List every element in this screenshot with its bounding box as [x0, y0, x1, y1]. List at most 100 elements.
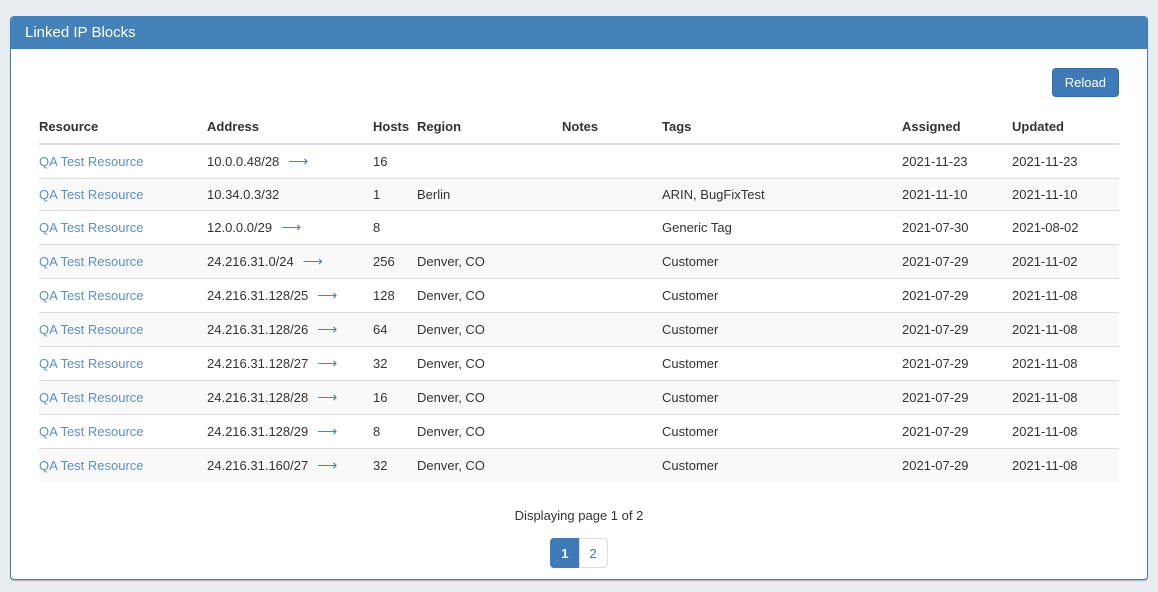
cell-assigned: 2021-07-29 — [902, 415, 1012, 449]
resource-link[interactable]: QA Test Resource — [39, 390, 144, 405]
table-header-row: Resource Address Hosts Region Notes Tags… — [39, 111, 1119, 144]
cell-region — [417, 144, 562, 179]
resource-link[interactable]: QA Test Resource — [39, 356, 144, 371]
address-arrow-icon[interactable]: ⟶ — [281, 219, 301, 235]
toolbar: Reload — [39, 49, 1119, 96]
cell-updated: 2021-11-08 — [1012, 381, 1119, 415]
cell-updated: 2021-11-23 — [1012, 144, 1119, 179]
column-header-updated: Updated — [1012, 111, 1119, 144]
reload-button[interactable]: Reload — [1052, 68, 1119, 97]
cell-notes — [562, 449, 662, 483]
cell-tags: Customer — [662, 279, 902, 313]
cell-updated: 2021-11-08 — [1012, 449, 1119, 483]
cell-assigned: 2021-07-29 — [902, 449, 1012, 483]
cell-tags — [662, 144, 902, 179]
table-row: QA Test Resource 24.216.31.128/27⟶ 32 De… — [39, 347, 1119, 381]
page-button-1[interactable]: 1 — [550, 538, 579, 568]
cell-tags: Customer — [662, 245, 902, 279]
address-text: 24.216.31.128/28 — [207, 390, 308, 405]
resource-link[interactable]: QA Test Resource — [39, 254, 144, 269]
address-arrow-icon[interactable]: ⟶ — [317, 423, 337, 439]
address-text: 24.216.31.160/27 — [207, 458, 308, 473]
address-text: 12.0.0.0/29 — [207, 220, 272, 235]
cell-tags: Customer — [662, 415, 902, 449]
panel-title: Linked IP Blocks — [11, 17, 1147, 49]
ip-blocks-table: Resource Address Hosts Region Notes Tags… — [39, 111, 1119, 482]
cell-tags: Customer — [662, 381, 902, 415]
cell-assigned: 2021-11-23 — [902, 144, 1012, 179]
address-arrow-icon[interactable]: ⟶ — [317, 287, 337, 303]
table-row: QA Test Resource 10.34.0.3/32 1 Berlin A… — [39, 179, 1119, 211]
address-text: 24.216.31.128/27 — [207, 356, 308, 371]
cell-notes — [562, 381, 662, 415]
cell-updated: 2021-11-08 — [1012, 415, 1119, 449]
cell-hosts: 16 — [373, 381, 417, 415]
cell-tags: ARIN, BugFixTest — [662, 179, 902, 211]
resource-link[interactable]: QA Test Resource — [39, 288, 144, 303]
column-header-resource: Resource — [39, 111, 207, 144]
table-body: QA Test Resource 10.0.0.48/28⟶ 16 2021-1… — [39, 144, 1119, 482]
cell-notes — [562, 144, 662, 179]
address-arrow-icon[interactable]: ⟶ — [303, 253, 323, 269]
page-button-2[interactable]: 2 — [579, 538, 608, 568]
column-header-assigned: Assigned — [902, 111, 1012, 144]
cell-notes — [562, 245, 662, 279]
cell-notes — [562, 313, 662, 347]
resource-link[interactable]: QA Test Resource — [39, 458, 144, 473]
cell-notes — [562, 279, 662, 313]
cell-tags: Customer — [662, 347, 902, 381]
address-text: 10.34.0.3/32 — [207, 187, 279, 202]
resource-link[interactable]: QA Test Resource — [39, 220, 144, 235]
cell-updated: 2021-11-08 — [1012, 279, 1119, 313]
cell-region: Denver, CO — [417, 449, 562, 483]
resource-link[interactable]: QA Test Resource — [39, 424, 144, 439]
cell-tags: Generic Tag — [662, 211, 902, 245]
address-arrow-icon[interactable]: ⟶ — [288, 153, 308, 169]
cell-hosts: 1 — [373, 179, 417, 211]
cell-region: Denver, CO — [417, 347, 562, 381]
cell-updated: 2021-08-02 — [1012, 211, 1119, 245]
cell-notes — [562, 415, 662, 449]
resource-link[interactable]: QA Test Resource — [39, 322, 144, 337]
linked-ip-blocks-panel: Linked IP Blocks Reload Resource Address… — [10, 16, 1148, 580]
cell-tags: Customer — [662, 313, 902, 347]
address-text: 24.216.31.128/29 — [207, 424, 308, 439]
pagination: 12 — [550, 538, 607, 568]
pagination-status: Displaying page 1 of 2 — [39, 508, 1119, 523]
cell-hosts: 8 — [373, 415, 417, 449]
table-row: QA Test Resource 10.0.0.48/28⟶ 16 2021-1… — [39, 144, 1119, 179]
address-arrow-icon[interactable]: ⟶ — [317, 389, 337, 405]
cell-tags: Customer — [662, 449, 902, 483]
panel-body: Reload Resource Address Hosts Region Not… — [11, 49, 1147, 568]
table-row: QA Test Resource 24.216.31.128/25⟶ 128 D… — [39, 279, 1119, 313]
cell-region: Denver, CO — [417, 313, 562, 347]
column-header-region: Region — [417, 111, 562, 144]
table-row: QA Test Resource 24.216.31.128/26⟶ 64 De… — [39, 313, 1119, 347]
cell-hosts: 256 — [373, 245, 417, 279]
cell-region — [417, 211, 562, 245]
cell-hosts: 64 — [373, 313, 417, 347]
address-arrow-icon[interactable]: ⟶ — [317, 457, 337, 473]
table-row: QA Test Resource 24.216.31.128/29 ⟶ 8 Den… — [39, 415, 1119, 449]
pagination-wrap: 12 — [39, 538, 1119, 568]
cell-assigned: 2021-11-10 — [902, 179, 1012, 211]
table-row: QA Test Resource 12.0.0.0/29⟶ 8 Generic … — [39, 211, 1119, 245]
cell-region: Denver, CO — [417, 245, 562, 279]
cell-assigned: 2021-07-29 — [902, 347, 1012, 381]
address-arrow-icon[interactable]: ⟶ — [317, 321, 337, 337]
address-arrow-icon[interactable]: ⟶ — [317, 355, 337, 371]
column-header-address: Address — [207, 111, 373, 144]
resource-link[interactable]: QA Test Resource — [39, 187, 144, 202]
cell-assigned: 2021-07-30 — [902, 211, 1012, 245]
address-text: 24.216.31.128/25 — [207, 288, 308, 303]
cell-updated: 2021-11-08 — [1012, 313, 1119, 347]
cell-notes — [562, 211, 662, 245]
cell-hosts: 16 — [373, 144, 417, 179]
column-header-notes: Notes — [562, 111, 662, 144]
column-header-tags: Tags — [662, 111, 902, 144]
cell-region: Denver, CO — [417, 415, 562, 449]
cell-assigned: 2021-07-29 — [902, 279, 1012, 313]
resource-link[interactable]: QA Test Resource — [39, 154, 144, 169]
address-text: 24.216.31.0/24 — [207, 254, 294, 269]
table-row: QA Test Resource 24.216.31.160/27⟶ 32 De… — [39, 449, 1119, 483]
